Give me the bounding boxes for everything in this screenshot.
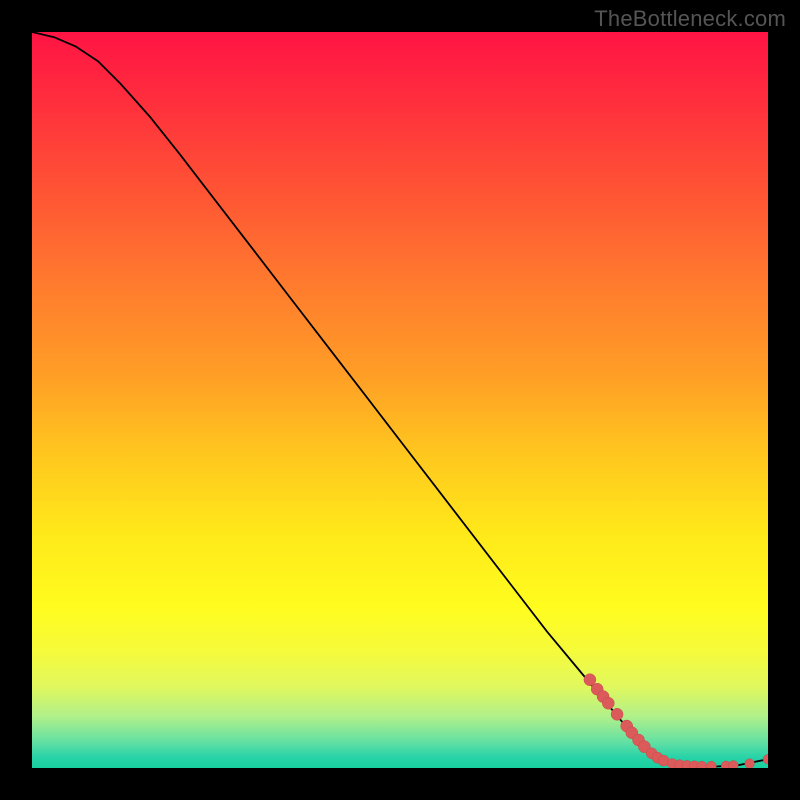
watermark-text: TheBottleneck.com xyxy=(594,6,786,32)
data-marker xyxy=(697,761,707,768)
data-marker xyxy=(602,697,614,709)
data-marker xyxy=(745,759,755,768)
data-marker xyxy=(706,761,716,768)
data-marker xyxy=(763,754,768,764)
bottleneck-curve xyxy=(32,32,768,767)
plot-area xyxy=(32,32,768,768)
data-marker xyxy=(729,761,739,768)
data-markers xyxy=(584,674,768,768)
chart-svg xyxy=(32,32,768,768)
chart-container: TheBottleneck.com xyxy=(0,0,800,800)
data-marker xyxy=(611,708,623,720)
